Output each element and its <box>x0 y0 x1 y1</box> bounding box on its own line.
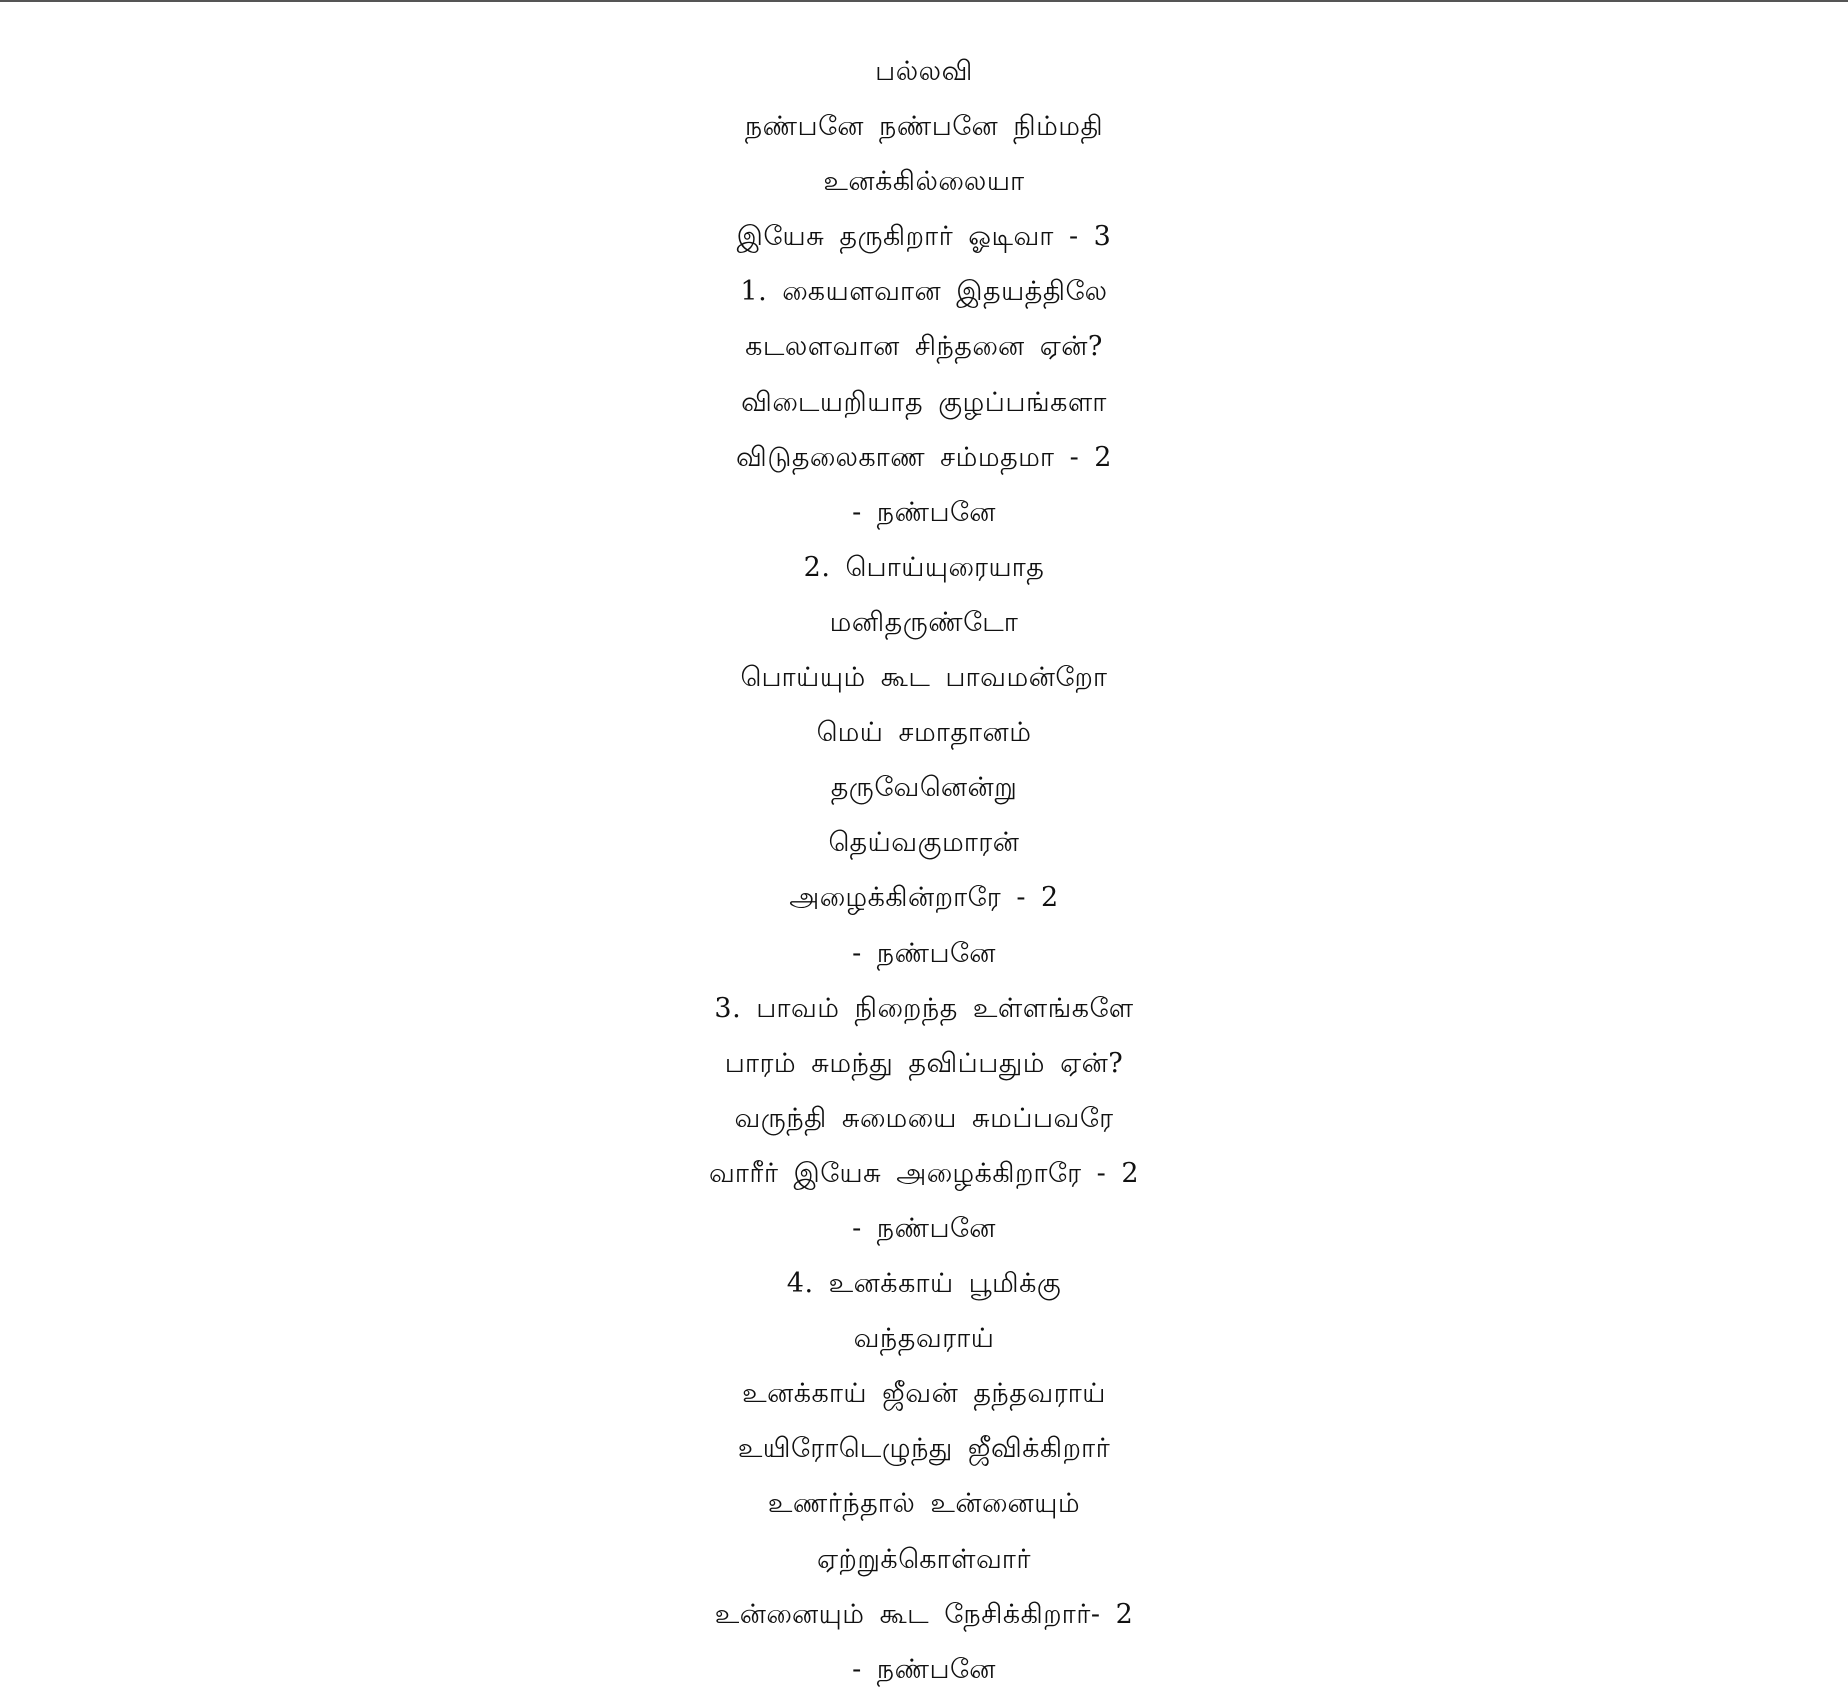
lyric-line: உனக்காய் ஜீவன் தந்தவராய் <box>742 1378 1106 1410</box>
lyric-line: வந்தவராய் <box>853 1323 995 1355</box>
lyric-line: அழைக்கின்றாரே - 2 <box>789 882 1059 914</box>
lyric-line: கடலளவான சிந்தனை ஏன்? <box>745 331 1103 363</box>
lyric-line: ஏற்றுக்கொள்வார் <box>816 1543 1032 1575</box>
lyric-line: வாரீர் இயேசு அழைக்கிறாரே - 2 <box>708 1157 1140 1189</box>
lyric-line: மனிதருண்டோ <box>829 606 1019 638</box>
lyric-line: உயிரோடெழுந்து ஜீவிக்கிறார் <box>737 1433 1111 1465</box>
song-lyrics: பல்லவி நண்பனே நண்பனே நிம்மதி உனக்கில்லைய… <box>0 48 1848 1701</box>
lyric-line: விடுதலைகாண சம்மதமா - 2 <box>736 441 1112 473</box>
lyric-line: பொய்யும் கூட பாவமன்றோ <box>740 662 1108 694</box>
lyric-line: வருந்தி சுமையை சுமப்பவரே <box>734 1102 1114 1134</box>
lyric-line: பாரம் சுமந்து தவிப்பதும் ஏன்? <box>724 1047 1124 1079</box>
lyric-line: விடையறியாத குழப்பங்களா <box>741 386 1107 418</box>
lyric-line: நண்பனே நண்பனே நிம்மதி <box>744 111 1104 143</box>
lyric-line: இயேசு தருகிறார் ஓடிவா - 3 <box>736 221 1112 253</box>
lyric-line: 2. பொய்யுரையாத <box>803 551 1045 583</box>
lyric-line: தருவேனென்று <box>830 772 1018 804</box>
lyric-line: 3. பாவம் நிறைந்த உள்ளங்களே <box>714 992 1134 1024</box>
lyric-line: பல்லவி <box>875 56 973 87</box>
lyric-line: உன்னையும் கூட நேசிக்கிறார்- 2 <box>714 1598 1134 1630</box>
lyric-line: 1. கையளவான இதயத்திலே <box>740 276 1108 308</box>
lyric-line: உணர்ந்தால் உன்னையும் <box>767 1488 1081 1520</box>
lyric-line: உனக்கில்லையா <box>823 166 1025 198</box>
lyric-line: - நண்பனே <box>852 937 996 969</box>
lyric-line: - நண்பனே <box>852 496 996 528</box>
lyric-line: தெய்வகுமாரன் <box>828 827 1020 859</box>
lyric-line: மெய் சமாதானம் <box>816 717 1032 749</box>
lyric-line: 4. உனக்காய் பூமிக்கு <box>786 1268 1062 1300</box>
top-border-line <box>0 0 1848 2</box>
lyric-line: - நண்பனே <box>852 1212 996 1244</box>
